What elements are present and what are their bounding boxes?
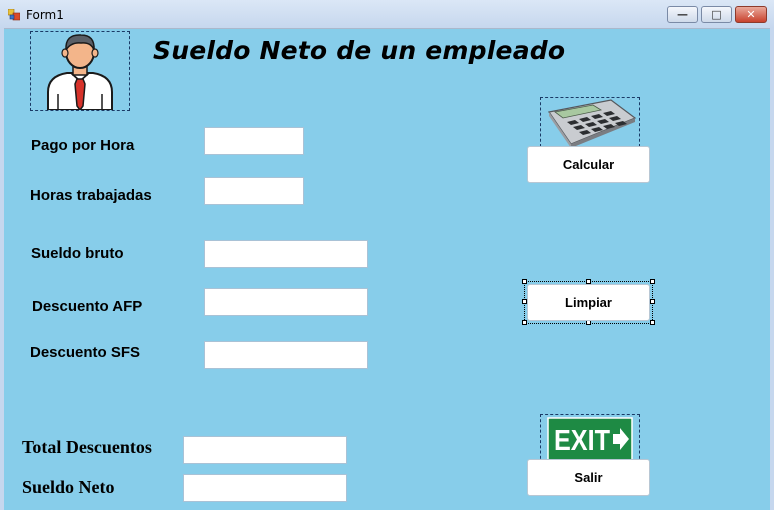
total-descuentos-input[interactable] — [183, 436, 347, 464]
exit-sign-icon: EXIT — [547, 417, 633, 461]
window-frame-right — [770, 28, 774, 510]
label-descuento-sfs: Descuento SFS — [30, 344, 141, 361]
pago-por-hora-input[interactable] — [204, 127, 304, 155]
label-horas-trabajadas: Horas trabajadas — [30, 187, 152, 204]
page-title: Sueldo Neto de un empleado — [153, 36, 566, 65]
label-descuento-afp: Descuento AFP — [32, 298, 143, 315]
employee-picture — [30, 31, 130, 112]
resize-handle[interactable] — [522, 279, 527, 284]
calculator-icon — [547, 99, 637, 148]
close-button[interactable]: ✕ — [735, 6, 767, 23]
salir-button[interactable]: Salir — [527, 459, 650, 496]
descuento-afp-input[interactable] — [204, 288, 368, 316]
window-frame-left — [0, 28, 4, 510]
close-icon: ✕ — [746, 8, 756, 21]
resize-handle[interactable] — [650, 299, 655, 304]
minimize-icon: — — [677, 8, 688, 21]
minimize-button[interactable]: — — [667, 6, 698, 23]
descuento-sfs-input[interactable] — [204, 341, 368, 369]
maximize-button[interactable]: □ — [701, 6, 732, 23]
exit-picture: EXIT — [540, 414, 640, 464]
exit-text: EXIT — [554, 425, 610, 457]
window-titlebar[interactable]: Form1 — □ ✕ — [0, 0, 774, 29]
label-total-descuentos: Total Descuentos — [22, 437, 152, 457]
sueldo-bruto-input[interactable] — [204, 240, 368, 268]
resize-handle[interactable] — [522, 320, 527, 325]
employee-icon — [47, 34, 113, 112]
calculator-picture — [540, 97, 640, 148]
horas-trabajadas-input[interactable] — [204, 177, 304, 205]
calcular-button[interactable]: Calcular — [527, 146, 650, 183]
label-sueldo-bruto: Sueldo bruto — [31, 245, 124, 262]
label-sueldo-neto: Sueldo Neto — [22, 477, 115, 497]
app-icon — [7, 8, 21, 21]
window-title: Form1 — [26, 8, 64, 22]
limpiar-button[interactable]: Limpiar — [527, 284, 650, 321]
maximize-icon: □ — [711, 8, 722, 21]
resize-handle[interactable] — [650, 320, 655, 325]
sueldo-neto-input[interactable] — [183, 474, 347, 502]
resize-handle[interactable] — [650, 279, 655, 284]
label-pago-por-hora: Pago por Hora — [31, 137, 135, 154]
